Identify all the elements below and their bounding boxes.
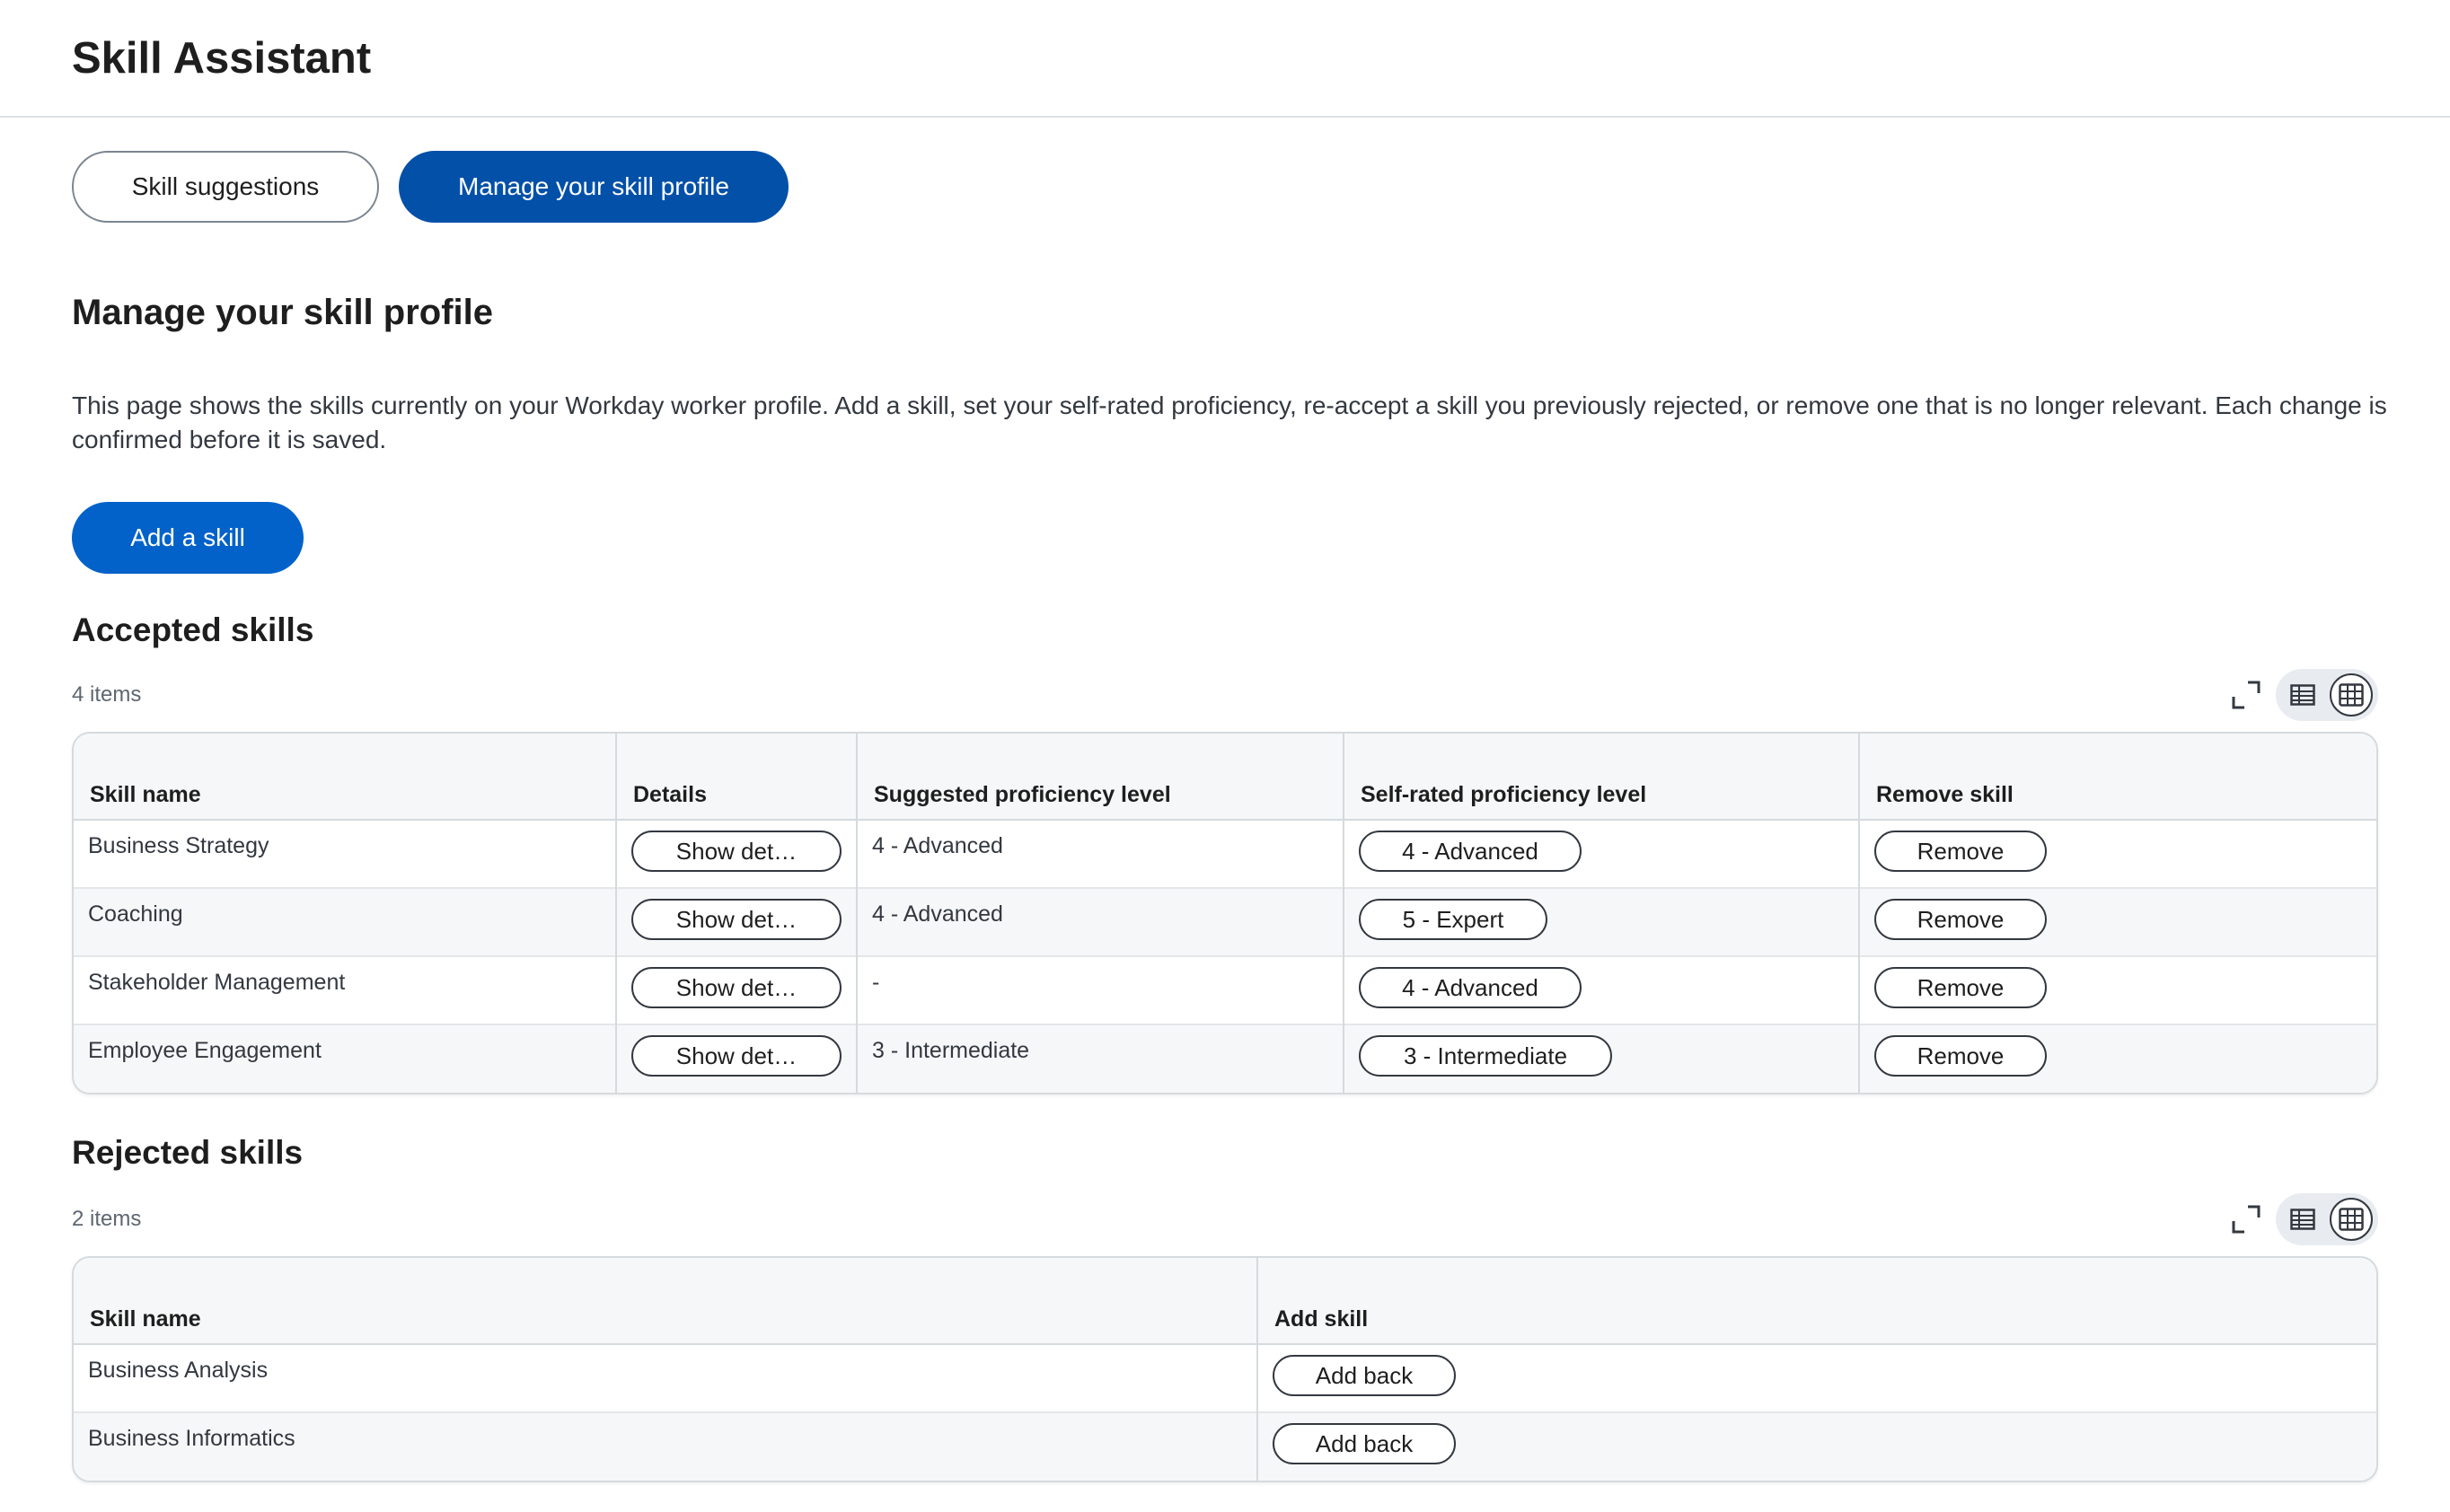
self-rated-cell: 5 - Expert <box>1344 887 1860 956</box>
show-details-button[interactable]: Show det… <box>631 967 842 1008</box>
expand-icon[interactable] <box>2227 1200 2265 1238</box>
app-title: Skill Assistant <box>72 33 372 83</box>
remove-cell: Remove <box>1859 887 2376 956</box>
add-skill-button[interactable]: Add a skill <box>72 502 304 574</box>
remove-button[interactable]: Remove <box>1874 899 2047 940</box>
tab-skill-suggestions[interactable]: Skill suggestions <box>72 151 379 223</box>
details-cell: Show det… <box>616 1024 858 1093</box>
suggested-proficiency-cell: 4 - Advanced <box>857 820 1344 888</box>
table-row: Stakeholder Management Show det… - 4 - A… <box>74 955 2376 1024</box>
table-header-row: Skill name Add skill <box>74 1258 2376 1345</box>
remove-button[interactable]: Remove <box>1874 967 2047 1008</box>
accepted-item-count: 4 items <box>72 682 142 707</box>
table-row: Coaching Show det… 4 - Advanced 5 - Expe… <box>74 887 2376 956</box>
tab-manage-skill-profile[interactable]: Manage your skill profile <box>399 151 789 223</box>
col-add-skill[interactable]: Add skill <box>1257 1258 2376 1345</box>
section-description: This page shows the skills currently on … <box>72 391 2387 453</box>
self-rated-proficiency-button[interactable]: 4 - Advanced <box>1359 967 1582 1008</box>
suggested-proficiency-cell: 4 - Advanced <box>857 887 1344 956</box>
rejected-skills-title: Rejected skills <box>72 1134 304 1171</box>
col-details[interactable]: Details <box>616 734 858 821</box>
table-row: Business Strategy Show det… 4 - Advanced… <box>74 820 2376 888</box>
remove-cell: Remove <box>1859 1024 2376 1093</box>
accepted-skills-table: Skill name Details Suggested proficiency… <box>72 732 2378 1094</box>
grid-view-icon[interactable] <box>2330 673 2373 716</box>
self-rated-proficiency-button[interactable]: 5 - Expert <box>1359 899 1547 940</box>
table-header-row: Skill name Details Suggested proficiency… <box>74 734 2376 821</box>
rejected-item-count: 2 items <box>72 1207 142 1231</box>
table-view-icon[interactable] <box>2281 1198 2324 1241</box>
grid-view-icon[interactable] <box>2330 1198 2373 1241</box>
self-rated-proficiency-button[interactable]: 3 - Intermediate <box>1359 1035 1612 1077</box>
skill-name-cell: Business Strategy <box>74 820 617 888</box>
col-suggested-proficiency[interactable]: Suggested proficiency level <box>857 734 1344 821</box>
details-cell: Show det… <box>616 820 858 888</box>
table-view-icon[interactable] <box>2281 673 2324 716</box>
show-details-button[interactable]: Show det… <box>631 899 842 940</box>
rejected-table-meta: 2 items <box>72 1193 2378 1245</box>
remove-button[interactable]: Remove <box>1874 1035 2047 1077</box>
section-title: Manage your skill profile <box>72 293 494 332</box>
add-skill-cell: Add back <box>1257 1411 2376 1481</box>
self-rated-cell: 3 - Intermediate <box>1344 1024 1860 1093</box>
app-header: Skill Assistant <box>0 0 2450 118</box>
add-skill-cell: Add back <box>1257 1344 2376 1412</box>
add-back-button[interactable]: Add back <box>1273 1355 1456 1396</box>
show-details-button[interactable]: Show det… <box>631 1035 842 1077</box>
table-row: Business Analysis Add back <box>74 1344 2376 1412</box>
skill-name-cell: Employee Engagement <box>74 1024 617 1093</box>
col-skill-name[interactable]: Skill name <box>74 734 617 821</box>
skill-name-cell: Coaching <box>74 887 617 956</box>
accepted-skills-title: Accepted skills <box>72 611 314 648</box>
rejected-skills-table: Skill name Add skill Business Analysis A… <box>72 1256 2378 1482</box>
add-back-button[interactable]: Add back <box>1273 1423 1456 1464</box>
remove-cell: Remove <box>1859 820 2376 888</box>
view-toggle <box>2276 669 2378 721</box>
col-remove-skill[interactable]: Remove skill <box>1859 734 2376 821</box>
skill-name-cell: Business Informatics <box>74 1411 1258 1481</box>
remove-button[interactable]: Remove <box>1874 831 2047 872</box>
accepted-table-tools <box>2227 669 2378 721</box>
table-row: Business Informatics Add back <box>74 1411 2376 1481</box>
skill-name-cell: Business Analysis <box>74 1344 1258 1412</box>
view-toggle <box>2276 1193 2378 1245</box>
accepted-table-meta: 4 items <box>72 669 2378 721</box>
col-skill-name[interactable]: Skill name <box>74 1258 1258 1345</box>
show-details-button[interactable]: Show det… <box>631 831 842 872</box>
skill-name-cell: Stakeholder Management <box>74 955 617 1024</box>
main-content: Skill suggestions Manage your skill prof… <box>0 151 2450 1482</box>
details-cell: Show det… <box>616 887 858 956</box>
tab-bar: Skill suggestions Manage your skill prof… <box>72 151 2378 223</box>
self-rated-cell: 4 - Advanced <box>1344 955 1860 1024</box>
self-rated-proficiency-button[interactable]: 4 - Advanced <box>1359 831 1582 872</box>
col-self-rated-proficiency[interactable]: Self-rated proficiency level <box>1344 734 1860 821</box>
remove-cell: Remove <box>1859 955 2376 1024</box>
suggested-proficiency-cell: 3 - Intermediate <box>857 1024 1344 1093</box>
rejected-table-tools <box>2227 1193 2378 1245</box>
details-cell: Show det… <box>616 955 858 1024</box>
suggested-proficiency-cell: - <box>857 955 1344 1024</box>
table-row: Employee Engagement Show det… 3 - Interm… <box>74 1024 2376 1093</box>
self-rated-cell: 4 - Advanced <box>1344 820 1860 888</box>
expand-icon[interactable] <box>2227 676 2265 714</box>
